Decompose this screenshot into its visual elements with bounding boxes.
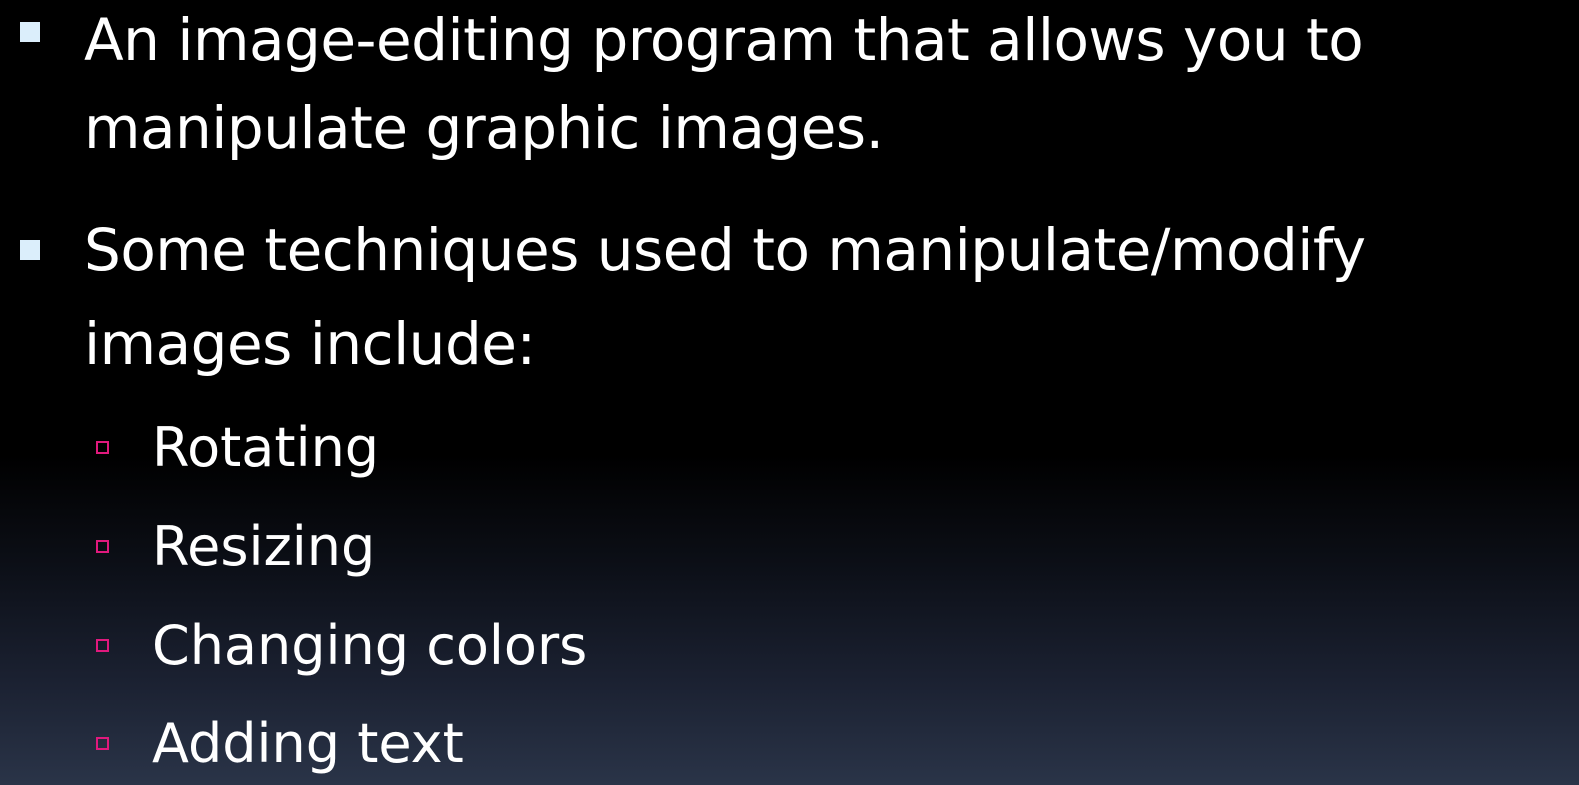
square-bullet-icon: [20, 22, 40, 42]
slide: An image-editing program that allows you…: [0, 0, 1579, 785]
square-bullet-icon: [20, 240, 40, 260]
sub-bullet-text: Rotating: [152, 416, 380, 479]
bullet-text-line: images include:: [84, 310, 536, 378]
sub-bullet-text: Adding text: [152, 712, 464, 775]
hollow-square-bullet-icon: [96, 639, 109, 652]
bullet-text-line: Some techniques used to manipulate/modif…: [84, 216, 1366, 284]
bullet-text-line: An image-editing program that allows you…: [84, 6, 1364, 74]
hollow-square-bullet-icon: [96, 540, 109, 553]
hollow-square-bullet-icon: [96, 737, 109, 750]
bullet-text-line: manipulate graphic images.: [84, 94, 884, 162]
hollow-square-bullet-icon: [96, 441, 109, 454]
sub-bullet-text: Changing colors: [152, 614, 588, 677]
sub-bullet-text: Resizing: [152, 515, 376, 578]
